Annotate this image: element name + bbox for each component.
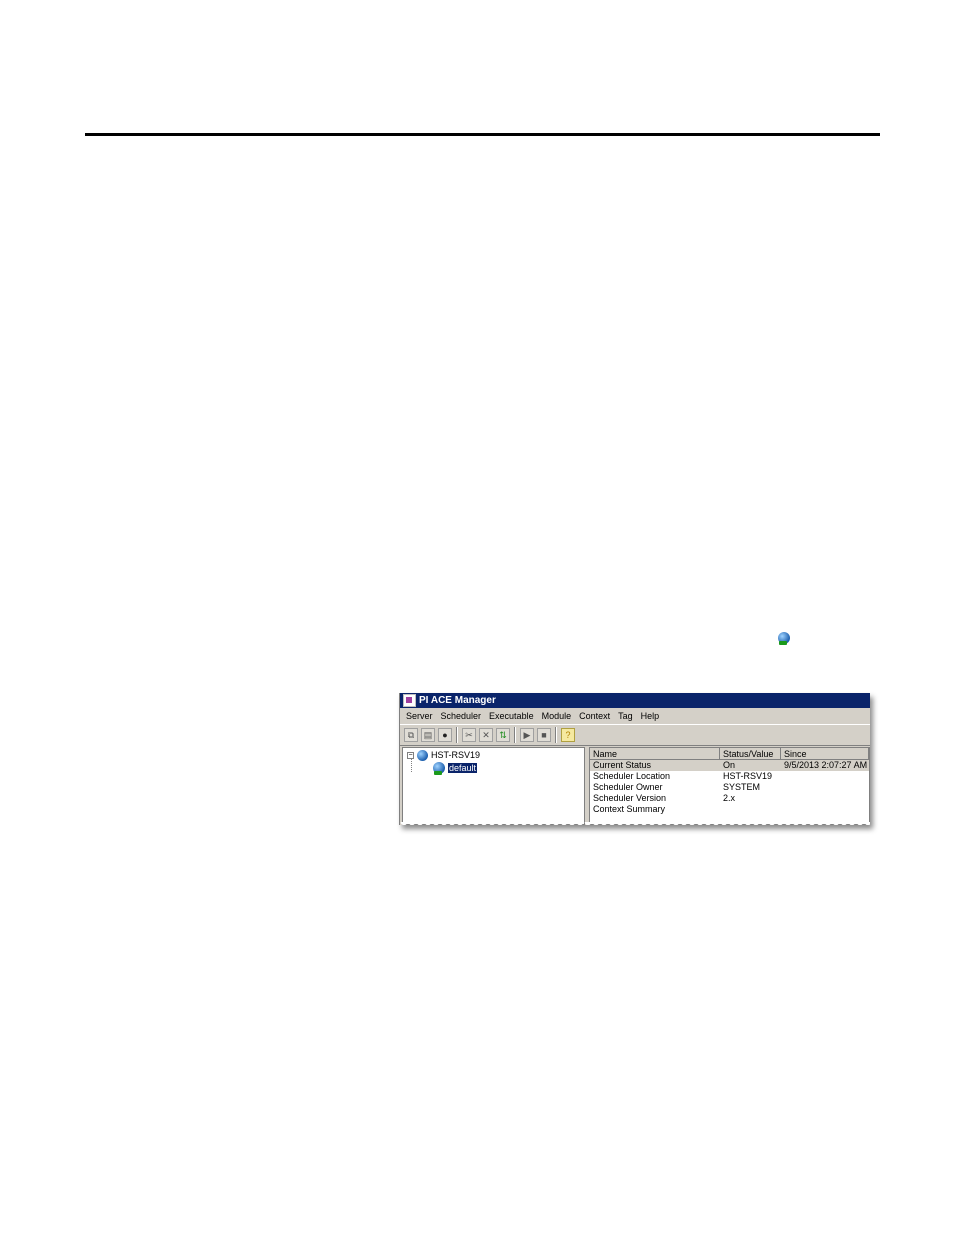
refresh-icon[interactable]: ⇅: [496, 728, 510, 742]
menu-executable[interactable]: Executable: [485, 711, 538, 721]
torn-edge-bottom: [400, 822, 870, 825]
pi-ace-manager-window: PI ACE Manager Server Scheduler Executab…: [399, 693, 870, 825]
window-title: PI ACE Manager: [419, 695, 496, 706]
menu-scheduler[interactable]: Scheduler: [437, 711, 486, 721]
toolbar-separator: [456, 727, 458, 743]
start-icon[interactable]: ▶: [520, 728, 534, 742]
main-panes: − HST-RSV19 default Name Status/Value Si…: [402, 747, 870, 825]
paste-icon[interactable]: ▤: [421, 728, 435, 742]
cell-name: Scheduler Version: [593, 793, 667, 803]
stop-icon[interactable]: ■: [537, 728, 551, 742]
copy-icon[interactable]: ⧉: [404, 728, 418, 742]
list-row[interactable]: Scheduler Owner SYSTEM: [590, 782, 869, 793]
toolbar-separator: [555, 727, 557, 743]
list-row[interactable]: Current Status On 9/5/2013 2:07:27 AM: [590, 760, 869, 771]
toolbar: ⧉ ▤ ● ✂ ✕ ⇅ ▶ ■ ?: [400, 724, 870, 746]
cell-value: [720, 804, 781, 815]
list-row[interactable]: Context Summary: [590, 804, 869, 815]
tree-node-label: HST-RSV19: [431, 750, 481, 760]
delete-icon[interactable]: ✕: [479, 728, 493, 742]
menu-server[interactable]: Server: [402, 711, 437, 721]
page-header-rule: [85, 133, 880, 136]
column-header-since[interactable]: Since: [781, 748, 869, 760]
scheduler-icon: [778, 632, 790, 645]
cell-value: 2.x: [723, 793, 736, 803]
cell-value: On: [723, 760, 736, 770]
tree-pane[interactable]: − HST-RSV19 default: [402, 747, 585, 825]
menu-context[interactable]: Context: [575, 711, 614, 721]
cell-since: [781, 804, 869, 815]
cell-since: [781, 793, 869, 804]
menu-help[interactable]: Help: [637, 711, 664, 721]
cell-name: Current Status: [593, 760, 652, 770]
cell-since: [781, 782, 869, 793]
list-row[interactable]: Scheduler Version 2.x: [590, 793, 869, 804]
tree-node-server[interactable]: − HST-RSV19: [407, 749, 480, 761]
cell-name: Scheduler Owner: [593, 782, 663, 792]
cell-name: Scheduler Location: [593, 771, 671, 781]
details-list: Name Status/Value Since Current Status O…: [589, 747, 870, 825]
app-icon: [403, 694, 416, 707]
title-bar: PI ACE Manager: [400, 693, 870, 708]
toolbar-separator: [514, 727, 516, 743]
cell-value: HST-RSV19: [723, 771, 773, 781]
collapse-icon[interactable]: −: [407, 751, 414, 759]
menu-bar: Server Scheduler Executable Module Conte…: [400, 708, 870, 724]
help-icon[interactable]: ?: [561, 728, 575, 742]
cell-since: 9/5/2013 2:07:27 AM: [784, 760, 868, 770]
cell-name: Context Summary: [593, 804, 666, 814]
find-icon[interactable]: ●: [438, 728, 452, 742]
tree-node-label: default: [448, 763, 478, 773]
server-icon: [417, 749, 428, 761]
column-header-status[interactable]: Status/Value: [720, 748, 781, 760]
column-header-name[interactable]: Name: [590, 748, 720, 760]
menu-tag[interactable]: Tag: [614, 711, 637, 721]
cell-value: SYSTEM: [723, 782, 761, 792]
list-row[interactable]: Scheduler Location HST-RSV19: [590, 771, 869, 782]
cell-since: [781, 771, 869, 782]
menu-module[interactable]: Module: [538, 711, 576, 721]
cut-icon[interactable]: ✂: [462, 728, 476, 742]
list-header: Name Status/Value Since: [590, 748, 869, 760]
tree-node-scheduler[interactable]: default: [433, 762, 478, 775]
scheduler-icon: [433, 762, 445, 775]
